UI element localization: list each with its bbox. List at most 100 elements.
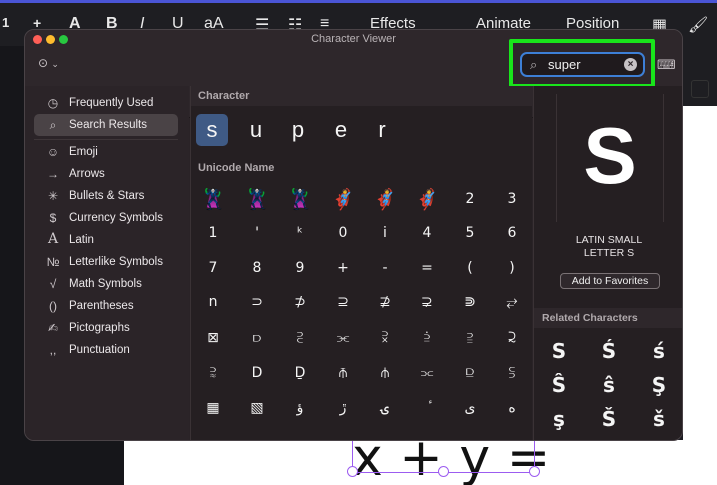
character-cell[interactable]: s	[196, 114, 228, 146]
related-character-cell[interactable]: Š	[591, 404, 627, 434]
unicode-result-cell[interactable]: ▧	[239, 391, 275, 425]
unicode-result-cell[interactable]: 🦸	[325, 182, 361, 216]
unicode-result-cell[interactable]: ⫒	[452, 356, 488, 390]
unicode-result-cell[interactable]: ⫈	[494, 321, 530, 355]
unicode-result-cell[interactable]: 3	[494, 182, 530, 216]
unicode-result-cell[interactable]: ٔ	[409, 391, 445, 425]
unicode-result-cell[interactable]: 4	[409, 216, 445, 250]
sidebar-item-emoji[interactable]: ☺ Emoji	[34, 141, 178, 163]
related-character-cell[interactable]: š	[641, 404, 677, 434]
unicode-result-cell[interactable]: +	[325, 251, 361, 285]
unicode-result-cell[interactable]: 🦹	[282, 182, 318, 216]
sidebar-item-frequently-used[interactable]: ◷ Frequently Used	[34, 92, 178, 114]
unicode-result-cell[interactable]: ۍ	[367, 391, 403, 425]
unicode-result-cell[interactable]: ڙ	[325, 391, 361, 425]
clear-search-icon[interactable]: ×	[624, 58, 637, 71]
sidebar-item-math-symbols[interactable]: √ Math Symbols	[34, 273, 178, 295]
character-cell[interactable]: u	[240, 114, 272, 146]
search-field[interactable]: ⌕ ×	[520, 52, 645, 77]
unicode-result-cell[interactable]: ى	[452, 391, 488, 425]
unicode-result-cell[interactable]: ⫆	[452, 321, 488, 355]
sidebar-item-arrows[interactable]: → Arrows	[34, 163, 178, 185]
unicode-result-cell[interactable]: 5	[452, 216, 488, 250]
unicode-result-cell[interactable]: (	[452, 251, 488, 285]
character-cell[interactable]: p	[282, 114, 314, 146]
ellipsis-circle-icon: ⊙	[38, 56, 49, 70]
unicode-result-cell[interactable]: ⫄	[409, 321, 445, 355]
character-viewer-window: Character Viewer ⊙ ⌄ ⌕ × ⌨ ◷ Frequently …	[24, 29, 683, 441]
unicode-result-cell[interactable]: ⫔	[282, 321, 318, 355]
unicode-result-cell[interactable]: Ḏ	[282, 356, 318, 390]
unicode-result-cell[interactable]: ⊇	[325, 285, 361, 319]
related-character-cell[interactable]: ś	[641, 336, 677, 366]
resize-handle[interactable]	[438, 466, 449, 477]
character-cell[interactable]: r	[366, 114, 398, 146]
unicode-result-cell[interactable]: n	[195, 285, 231, 319]
add-to-favorites-button[interactable]: Add to Favorites	[560, 273, 660, 289]
unicode-result-cell[interactable]: ⋑	[452, 285, 488, 319]
related-character-cell[interactable]: ŝ	[591, 370, 627, 400]
action-menu-button[interactable]: ⊙ ⌄	[38, 56, 59, 70]
results-pane: Character s u p e r Unicode Name 🦹 🦹 🦹 🦸 🦸 🦸 2…	[190, 86, 533, 440]
unicode-result-cell[interactable]: ⫐	[239, 321, 275, 355]
related-character-cell[interactable]: ş	[541, 404, 577, 434]
unicode-result-cell[interactable]: 7	[195, 251, 231, 285]
unicode-result-cell[interactable]: 2	[452, 182, 488, 216]
unicode-result-cell[interactable]: i	[367, 216, 403, 250]
sidebar-item-parentheses[interactable]: () Parentheses	[34, 295, 178, 317]
resize-handle[interactable]	[529, 466, 540, 477]
unicode-result-cell[interactable]: ⫛	[367, 356, 403, 390]
related-character-cell[interactable]: S	[541, 336, 577, 366]
unicode-result-cell[interactable]: ⫂	[367, 321, 403, 355]
unicode-result-cell[interactable]: ᵏ	[282, 216, 318, 250]
unicode-result-cell[interactable]: ⥂	[494, 285, 530, 319]
unicode-result-cell[interactable]: 🦸	[409, 182, 445, 216]
unicode-result-cell[interactable]: ⊉	[367, 285, 403, 319]
unicode-result-cell[interactable]: ⫘	[325, 321, 361, 355]
sidebar-item-latin[interactable]: A Latin	[34, 229, 178, 251]
unicode-result-cell[interactable]: ⊅	[282, 285, 318, 319]
unicode-result-cell[interactable]: ؤ	[282, 391, 318, 425]
unicode-result-cell[interactable]: 🦸	[367, 182, 403, 216]
sidebar-item-pictographs[interactable]: ✍ Pictographs	[34, 317, 178, 339]
unicode-result-cell[interactable]: D	[239, 356, 275, 390]
unicode-result-cell[interactable]: 9	[282, 251, 318, 285]
keyboard-viewer-icon[interactable]: ⌨	[657, 57, 676, 73]
unicode-result-cell[interactable]: ⫚	[325, 356, 361, 390]
pictograph-icon: ✍	[47, 321, 59, 335]
sidebar-item-letterlike-symbols[interactable]: № Letterlike Symbols	[34, 251, 178, 273]
copy-style-icon[interactable]	[691, 80, 709, 98]
unicode-result-cell[interactable]: ▦	[195, 391, 231, 425]
search-icon: ⌕	[49, 118, 57, 132]
category-sidebar: ◷ Frequently Used ⌕ Search Results ☺ Emo…	[25, 86, 189, 440]
sidebar-item-punctuation[interactable]: ,, Punctuation	[34, 339, 178, 361]
related-character-cell[interactable]: Ş	[641, 370, 677, 400]
character-cell[interactable]: e	[325, 114, 357, 146]
unicode-result-cell[interactable]: ⊃	[239, 285, 275, 319]
sidebar-item-bullets-stars[interactable]: ✳ Bullets & Stars	[34, 185, 178, 207]
unicode-result-cell[interactable]: 8	[239, 251, 275, 285]
related-character-cell[interactable]: Ŝ	[541, 370, 577, 400]
related-character-cell[interactable]: Ś	[591, 336, 627, 366]
unicode-result-cell[interactable]: ⫓	[494, 356, 530, 390]
unicode-result-cell[interactable]: =	[409, 251, 445, 285]
sidebar-item-currency-symbols[interactable]: $ Currency Symbols	[34, 207, 178, 229]
unicode-result-cell[interactable]: )	[494, 251, 530, 285]
unicode-result-cell[interactable]: ⊠	[195, 321, 231, 355]
unicode-result-cell[interactable]: ه	[494, 391, 530, 425]
resize-handle[interactable]	[347, 466, 358, 477]
unicode-result-cell[interactable]: 🦹	[239, 182, 275, 216]
paint-roller-icon[interactable]: 🖌	[688, 15, 708, 35]
unicode-result-cell[interactable]: 🦹	[195, 182, 231, 216]
unicode-result-cell[interactable]: 1	[195, 216, 231, 250]
unicode-result-cell[interactable]: ⫊	[195, 356, 231, 390]
unicode-result-cell[interactable]: ⫗	[409, 356, 445, 390]
unicode-result-cell[interactable]: -	[367, 251, 403, 285]
unicode-result-cell[interactable]: 6	[494, 216, 530, 250]
unicode-result-cell[interactable]: '	[239, 216, 275, 250]
unicode-result-cell[interactable]: ⊋	[409, 285, 445, 319]
unicode-result-cell[interactable]: 0	[325, 216, 361, 250]
search-input[interactable]	[548, 56, 618, 73]
sidebar-item-search-results[interactable]: ⌕ Search Results	[34, 114, 178, 136]
zoom-field[interactable]: 1	[2, 15, 9, 30]
